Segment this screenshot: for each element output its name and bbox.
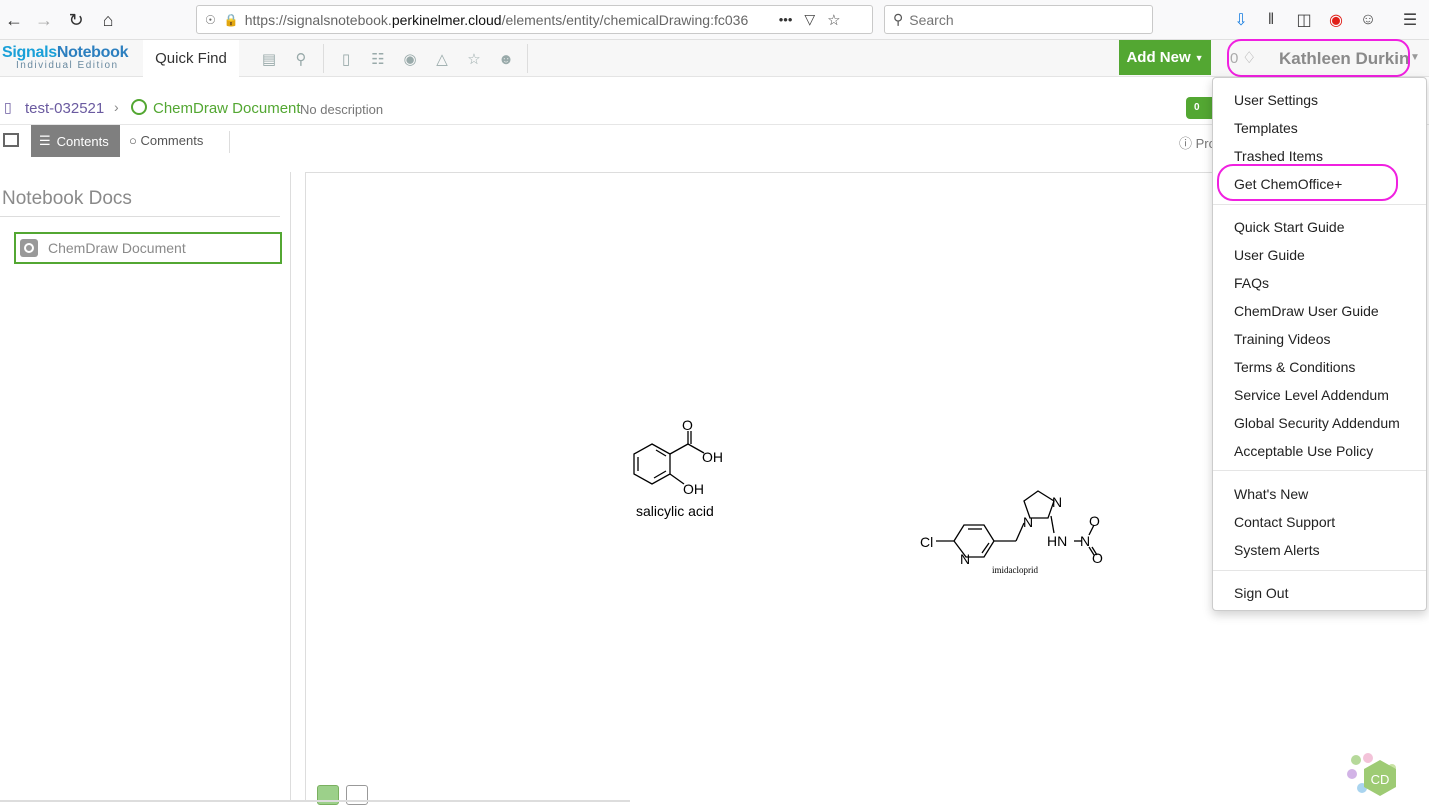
tab-comments[interactable]: ○ Comments [129, 133, 203, 148]
reload-icon[interactable]: ↻ [62, 6, 90, 34]
shield-icon[interactable]: ☉ [205, 13, 216, 27]
atom-label: O [1089, 513, 1100, 529]
menu-item-training-videos[interactable]: Training Videos [1234, 331, 1331, 347]
search-icon[interactable]: ⚲ [290, 48, 312, 70]
paste-icon[interactable] [317, 785, 339, 805]
document-description[interactable]: No description [300, 102, 383, 117]
chemdraw-canvas[interactable]: O OH OH salicylic acid Cl N N N HN N O O… [305, 172, 1229, 805]
chemdraw-badge-icon[interactable]: CD [1344, 752, 1408, 798]
url-text[interactable]: https://signalsnotebook.perkinelmer.clou… [245, 12, 775, 28]
molecules-drawing [633, 431, 1098, 558]
menu-item-quick-start-guide[interactable]: Quick Start Guide [1234, 219, 1345, 235]
tab-contents[interactable]: ☰ Contents [31, 125, 120, 157]
favorites-star-icon[interactable]: ☆ [463, 48, 485, 70]
menu-item-service-level-addendum[interactable]: Service Level Addendum [1234, 387, 1389, 403]
menu-divider [1213, 570, 1426, 571]
page-actions-icon[interactable]: ••• [779, 12, 793, 27]
breadcrumb-notebook-link[interactable]: test-032521 [25, 100, 104, 117]
pocket-icon[interactable]: ▽ [804, 11, 815, 28]
badge-text: CD [1371, 772, 1390, 787]
menu-divider [1213, 470, 1426, 471]
menu-divider [1213, 204, 1426, 205]
atom-label: N [1080, 533, 1091, 549]
menu-item-system-alerts[interactable]: System Alerts [1234, 542, 1320, 558]
dashboard-icon[interactable]: ▤ [258, 48, 280, 70]
library-icon[interactable]: ‖ [1259, 8, 1283, 32]
notebook-icon: ▯ [4, 99, 12, 115]
header-divider [527, 44, 528, 73]
clipboard-icon[interactable]: ☷ [367, 48, 389, 70]
chevron-right-icon: › [114, 99, 119, 115]
chemdraw-icon [20, 239, 38, 257]
info-icon: ⓘ [1179, 136, 1193, 151]
notebook-docs-panel: Notebook Docs ChemDraw Document [0, 172, 291, 802]
flask-icon[interactable]: △ [431, 48, 453, 70]
menu-item-terms-conditions[interactable]: Terms & Conditions [1234, 359, 1355, 375]
atom-label: O [1092, 550, 1103, 566]
clipboard-icon[interactable] [346, 785, 368, 805]
panel-toggle-icon[interactable] [3, 133, 19, 147]
highlight-chemoffice-annotation [1217, 164, 1398, 201]
tab-properties[interactable]: ⓘ Pro [1179, 133, 1216, 152]
doc-list-item[interactable]: ChemDraw Document [14, 232, 282, 264]
atom-label: N [1052, 494, 1063, 510]
sidebar-icon[interactable]: ◫ [1292, 8, 1316, 32]
salicylic-acid-structure [633, 431, 705, 485]
chemdraw-icon[interactable]: ◉ [399, 48, 421, 70]
search-icon: ⚲ [893, 11, 904, 27]
menu-item-templates[interactable]: Templates [1234, 120, 1298, 136]
atom-label: OH [702, 449, 723, 465]
hamburger-menu-icon[interactable]: ☰ [1398, 8, 1422, 32]
list-icon: ☰ [39, 133, 51, 148]
comment-icon: ○ [129, 133, 137, 148]
extension-opera-icon[interactable]: ◉ [1324, 8, 1348, 32]
chemdraw-icon [131, 99, 147, 115]
atom-label: HN [1047, 533, 1068, 549]
atom-label: O [682, 417, 693, 433]
users-icon[interactable]: ☻ [495, 48, 517, 70]
account-icon[interactable]: ☺ [1356, 8, 1380, 32]
download-icon[interactable]: ⇩ [1229, 8, 1253, 32]
menu-item-chemdraw-user-guide[interactable]: ChemDraw User Guide [1234, 303, 1379, 319]
notebook-icon[interactable]: ▯ [335, 48, 357, 70]
address-bar[interactable]: ☉ 🔒 https://signalsnotebook.perkinelmer.… [196, 5, 873, 34]
menu-item-user-guide[interactable]: User Guide [1234, 247, 1305, 263]
bookmark-star-icon[interactable]: ☆ [827, 11, 840, 29]
home-icon[interactable]: ⌂ [94, 6, 122, 34]
back-arrow-icon[interactable]: ← [0, 6, 28, 34]
menu-item-user-settings[interactable]: User Settings [1234, 92, 1318, 108]
menu-item-acceptable-use-policy[interactable]: Acceptable Use Policy [1234, 443, 1373, 459]
atom-label: OH [683, 481, 704, 497]
add-new-button[interactable]: Add New ▼ [1119, 40, 1211, 75]
molecule-name: imidacloprid [992, 565, 1038, 575]
browser-search-input[interactable] [909, 11, 1130, 28]
atom-label: N [960, 551, 971, 567]
lock-icon[interactable]: 🔒 [224, 13, 239, 27]
browser-toolbar: ← → ↻ ⌂ ☉ 🔒 https://signalsnotebook.perk… [0, 0, 1429, 40]
menu-item-whats-new[interactable]: What's New [1234, 486, 1308, 502]
menu-item-trashed-items[interactable]: Trashed Items [1234, 148, 1323, 164]
highlight-user-annotation [1227, 39, 1410, 77]
atom-label: N [1023, 514, 1034, 530]
caret-down-icon[interactable]: ▼ [1410, 52, 1420, 63]
menu-item-contact-support[interactable]: Contact Support [1234, 514, 1335, 530]
molecule-name: salicylic acid [636, 503, 714, 519]
menu-item-sign-out[interactable]: Sign Out [1234, 585, 1288, 601]
breadcrumb-document-title[interactable]: ChemDraw Document [153, 100, 301, 117]
quick-find-button[interactable]: Quick Find [143, 40, 239, 77]
forward-arrow-icon[interactable]: → [30, 6, 58, 34]
menu-item-faqs[interactable]: FAQs [1234, 275, 1269, 291]
browser-search-bar[interactable]: ⚲ [884, 5, 1153, 34]
signals-notebook-logo[interactable]: SignalsNotebook Individual Edition [2, 44, 140, 74]
menu-item-global-security-addendum[interactable]: Global Security Addendum [1234, 415, 1400, 431]
user-dropdown-menu: User Settings Templates Trashed Items Ge… [1212, 77, 1427, 611]
caret-down-icon: ▼ [1194, 52, 1204, 63]
panel-title: Notebook Docs [2, 188, 132, 209]
tabs-divider [229, 131, 230, 153]
app-header: SignalsNotebook Individual Edition Quick… [0, 40, 1429, 77]
atom-label: Cl [920, 534, 934, 550]
imidacloprid-structure [936, 490, 1098, 558]
header-divider [323, 44, 324, 73]
panel-divider [0, 216, 280, 217]
